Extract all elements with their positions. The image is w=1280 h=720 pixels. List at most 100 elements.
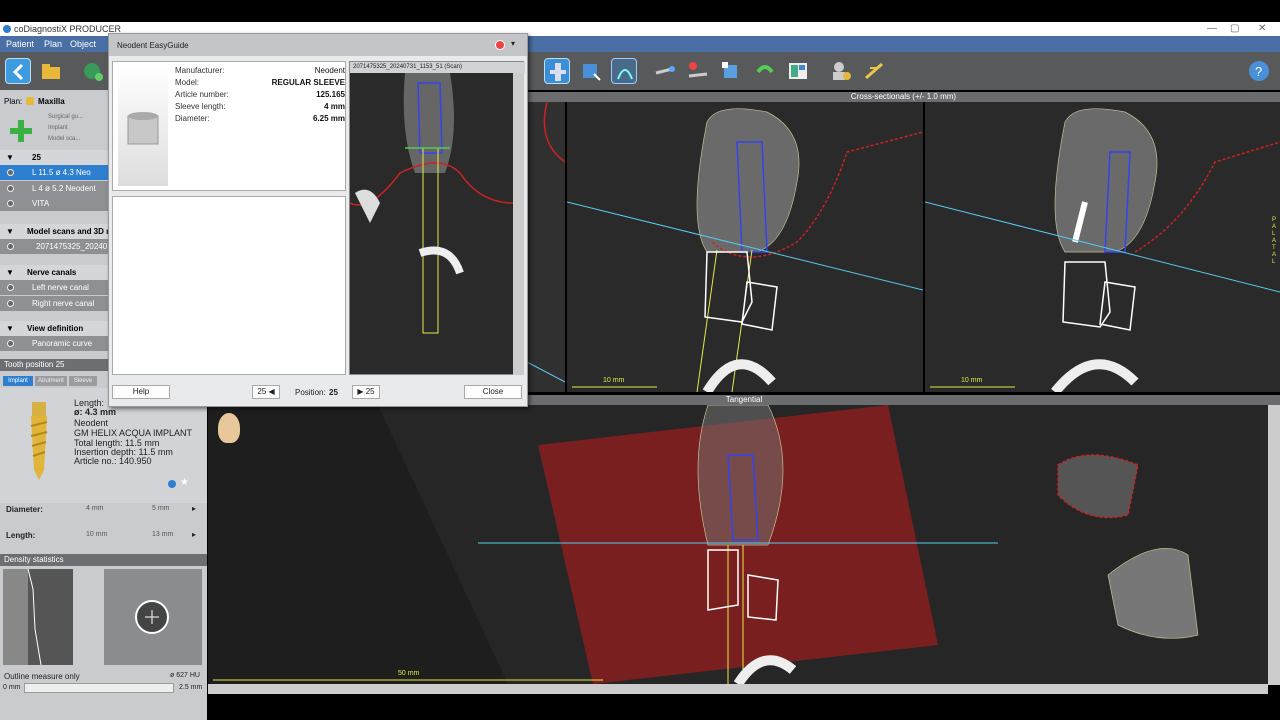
visibility-icon[interactable] (7, 169, 14, 176)
globe-button[interactable] (80, 58, 106, 84)
delete-measure-button[interactable] (685, 58, 711, 84)
dialog-menu-icon[interactable]: ▾ (511, 39, 515, 48)
ct-slice-image (527, 102, 565, 383)
cube-tool-button[interactable] (578, 58, 604, 84)
visibility-icon[interactable] (7, 200, 14, 207)
slider-max-label: 2.5 mm (179, 684, 203, 691)
tangential-hscrollbar[interactable] (208, 684, 1268, 694)
diameter-option-5[interactable]: 5 mm (152, 505, 170, 512)
app-icon (3, 25, 11, 33)
layout-button[interactable] (785, 58, 811, 84)
minimize-icon[interactable]: — (1207, 23, 1217, 34)
sleeve-empty-panel (112, 196, 346, 375)
arch-tool-button[interactable] (611, 58, 637, 84)
position-value: 25 (329, 388, 338, 397)
ct-slice-image (925, 108, 1280, 392)
folder-icon (42, 64, 60, 79)
model-scans-label: Model scans and 3D m (27, 227, 114, 236)
menu-object[interactable]: Object (70, 39, 96, 49)
tab-abutment[interactable]: Abutment (35, 376, 67, 386)
user-icon (833, 62, 851, 80)
left-nerve-label: Left nerve canal (32, 283, 89, 292)
help-icon: ? (1249, 61, 1269, 81)
help-dialog-button[interactable]: Help (112, 385, 170, 399)
cross-section-view-1[interactable] (527, 102, 565, 392)
close-dialog-button[interactable]: Close (464, 385, 522, 399)
cross-section-view-2[interactable]: 10 mm (567, 102, 923, 392)
visibility-icon[interactable] (7, 300, 14, 307)
density-header-label: Density statistics (4, 555, 64, 564)
implant-1-text: L 11.5 ø 4.3 Neo (32, 168, 91, 177)
add-implant-button[interactable] (8, 118, 34, 144)
right-nerve-label: Right nerve canal (32, 299, 95, 308)
link-icon[interactable] (168, 480, 176, 488)
menu-plan[interactable]: Plan (44, 39, 62, 49)
undo-icon (756, 65, 774, 74)
visibility-icon[interactable] (7, 185, 14, 192)
user-settings-button[interactable] (828, 58, 854, 84)
tab-implant[interactable]: Implant (3, 376, 33, 386)
cross-sectionals-header: Cross-sectionals (+/- 1.0 mm) (527, 92, 1280, 102)
diameter-next-icon[interactable]: ▸ (192, 504, 196, 513)
tangential-view[interactable]: 50 mm (208, 405, 1268, 684)
density-crosssection (104, 569, 202, 665)
measure-icon (655, 66, 675, 75)
tool-label-implant: Implant (48, 125, 68, 131)
implant-tool-button[interactable] (544, 58, 570, 84)
density-hu-value: ø 627 HU (170, 672, 200, 679)
outline-measure-checkbox[interactable]: Outline measure only (4, 672, 80, 681)
sleeve-info-panel: Manufacturer: Neodent Model: REGULAR SLEEV… (112, 61, 346, 191)
tool-label-guide: Surgical gu... (48, 114, 84, 120)
visibility-icon[interactable] (7, 340, 14, 347)
visibility-icon[interactable] (7, 284, 14, 291)
globe-icon (84, 63, 103, 81)
cross-scale-label-2: 10 mm (961, 377, 983, 384)
close-icon[interactable]: ✕ (1258, 23, 1266, 34)
star-icon[interactable]: ★ (180, 477, 189, 488)
density-slider[interactable] (24, 683, 174, 693)
cross-section-view-3[interactable]: 10 mm P A L A T A L (925, 102, 1280, 392)
scan-view-header: 2071475325_20240731_1153_51 (Scan) (350, 62, 525, 73)
wizard-button[interactable] (862, 58, 888, 84)
tangential-scrollbar[interactable] (1268, 405, 1280, 685)
open-folder-button[interactable] (38, 58, 64, 84)
maximize-icon[interactable]: ▢ (1230, 23, 1239, 34)
dialog-scan-view[interactable]: 2071475325_20240731_1153_51 (Scan) (349, 61, 525, 375)
neodent-easyguide-dialog: Neodent EasyGuide ▾ Manufacturer: Neodent… (108, 33, 528, 407)
dialog-titlebar: Neodent EasyGuide ▾ (109, 34, 527, 56)
sleeve-image (118, 66, 168, 186)
back-button[interactable] (5, 58, 31, 84)
undo-button[interactable] (752, 58, 778, 84)
help-button[interactable]: ? (1247, 58, 1273, 84)
layout-icon (789, 63, 807, 79)
plan-name: Maxilla (38, 97, 65, 106)
implant-2-text: L 4 ø 5.2 Neodent (32, 184, 96, 193)
manufacturer-value: Neodent (74, 418, 109, 428)
back-arrow-icon (12, 63, 24, 81)
tangential-ct-image (208, 405, 1199, 684)
visibility-icon[interactable] (7, 243, 14, 250)
length-option-13[interactable]: 13 mm (152, 531, 173, 538)
volume-button[interactable] (718, 58, 744, 84)
view-header-label: View definition (27, 324, 84, 333)
length-next-icon[interactable]: ▸ (192, 530, 196, 539)
plan-label: Plan: (4, 97, 23, 106)
head-orientation-icon[interactable] (218, 413, 240, 443)
density-profile (3, 568, 73, 666)
tooth-position-label: Tooth position 25 (4, 360, 65, 369)
nerve-header-label: Nerve canals (27, 268, 77, 277)
implant-3-text: VITA (32, 199, 50, 208)
diameter-option-4[interactable]: 4 mm (86, 505, 104, 512)
tab-sleeve[interactable]: Sleeve (69, 376, 97, 386)
length-row-label: Length: (6, 531, 36, 540)
length-option-10[interactable]: 10 mm (86, 531, 107, 538)
panoramic-curve-label: Panoramic curve (32, 339, 93, 348)
measure-button[interactable] (652, 58, 678, 84)
dialog-close-icon[interactable] (495, 40, 505, 50)
scan-view-scrollbar[interactable] (513, 73, 524, 375)
prev-position-button[interactable]: 25 ◀ (252, 385, 280, 399)
density-circle-icon (135, 600, 169, 634)
tooth-icon (26, 97, 34, 105)
next-position-button[interactable]: ▶ 25 (352, 385, 380, 399)
menu-patient[interactable]: Patient (6, 39, 34, 49)
